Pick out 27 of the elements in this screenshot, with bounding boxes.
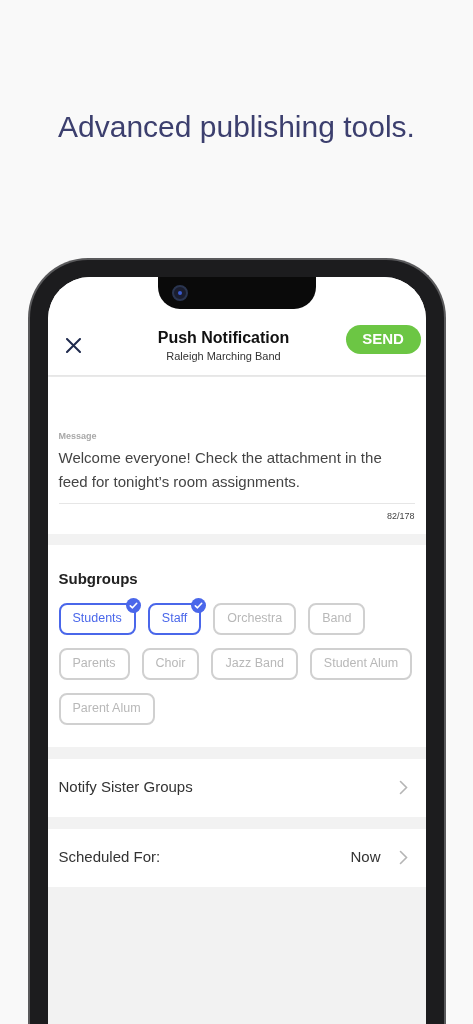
chevron-right-icon — [398, 780, 408, 795]
subgroup-chip[interactable]: Parent Alum — [58, 692, 155, 725]
subgroup-chip[interactable]: Jazz Band — [211, 647, 298, 680]
check-badge-icon — [125, 597, 141, 613]
settings-row[interactable]: Scheduled For: Now — [47, 828, 426, 887]
send-button[interactable]: SEND — [345, 325, 421, 354]
screen-subtitle: Raleigh Marching Band — [166, 349, 281, 364]
settings-row[interactable]: Notify Sister Groups — [47, 758, 426, 817]
row-label: Scheduled For: — [58, 847, 162, 868]
subgroup-chip[interactable]: Parents — [58, 647, 130, 680]
close-button[interactable] — [65, 337, 82, 353]
subgroup-chip[interactable]: Choir — [141, 647, 200, 680]
row-label: Notify Sister Groups — [58, 777, 194, 798]
subgroup-chip[interactable]: Orchestra — [213, 602, 297, 635]
check-badge-icon — [191, 597, 207, 613]
headline: Advanced publishing tools. — [58, 109, 415, 145]
screen-title: Push Notification — [157, 328, 290, 348]
section-title: Subgroups — [58, 568, 139, 589]
subgroup-chip[interactable]: Student Alum — [309, 647, 413, 680]
subgroup-chip[interactable]: Band — [308, 602, 366, 635]
camera-icon — [171, 285, 188, 301]
close-icon — [66, 337, 81, 353]
message-field[interactable]: Welcome everyone! Check the attachment in the feed for tonight’s room assignments. — [58, 446, 415, 504]
chevron-right-icon — [398, 850, 408, 865]
field-label: Message — [58, 430, 98, 442]
character-counter: 82/178 — [385, 510, 415, 523]
row-value: Now — [350, 847, 381, 868]
